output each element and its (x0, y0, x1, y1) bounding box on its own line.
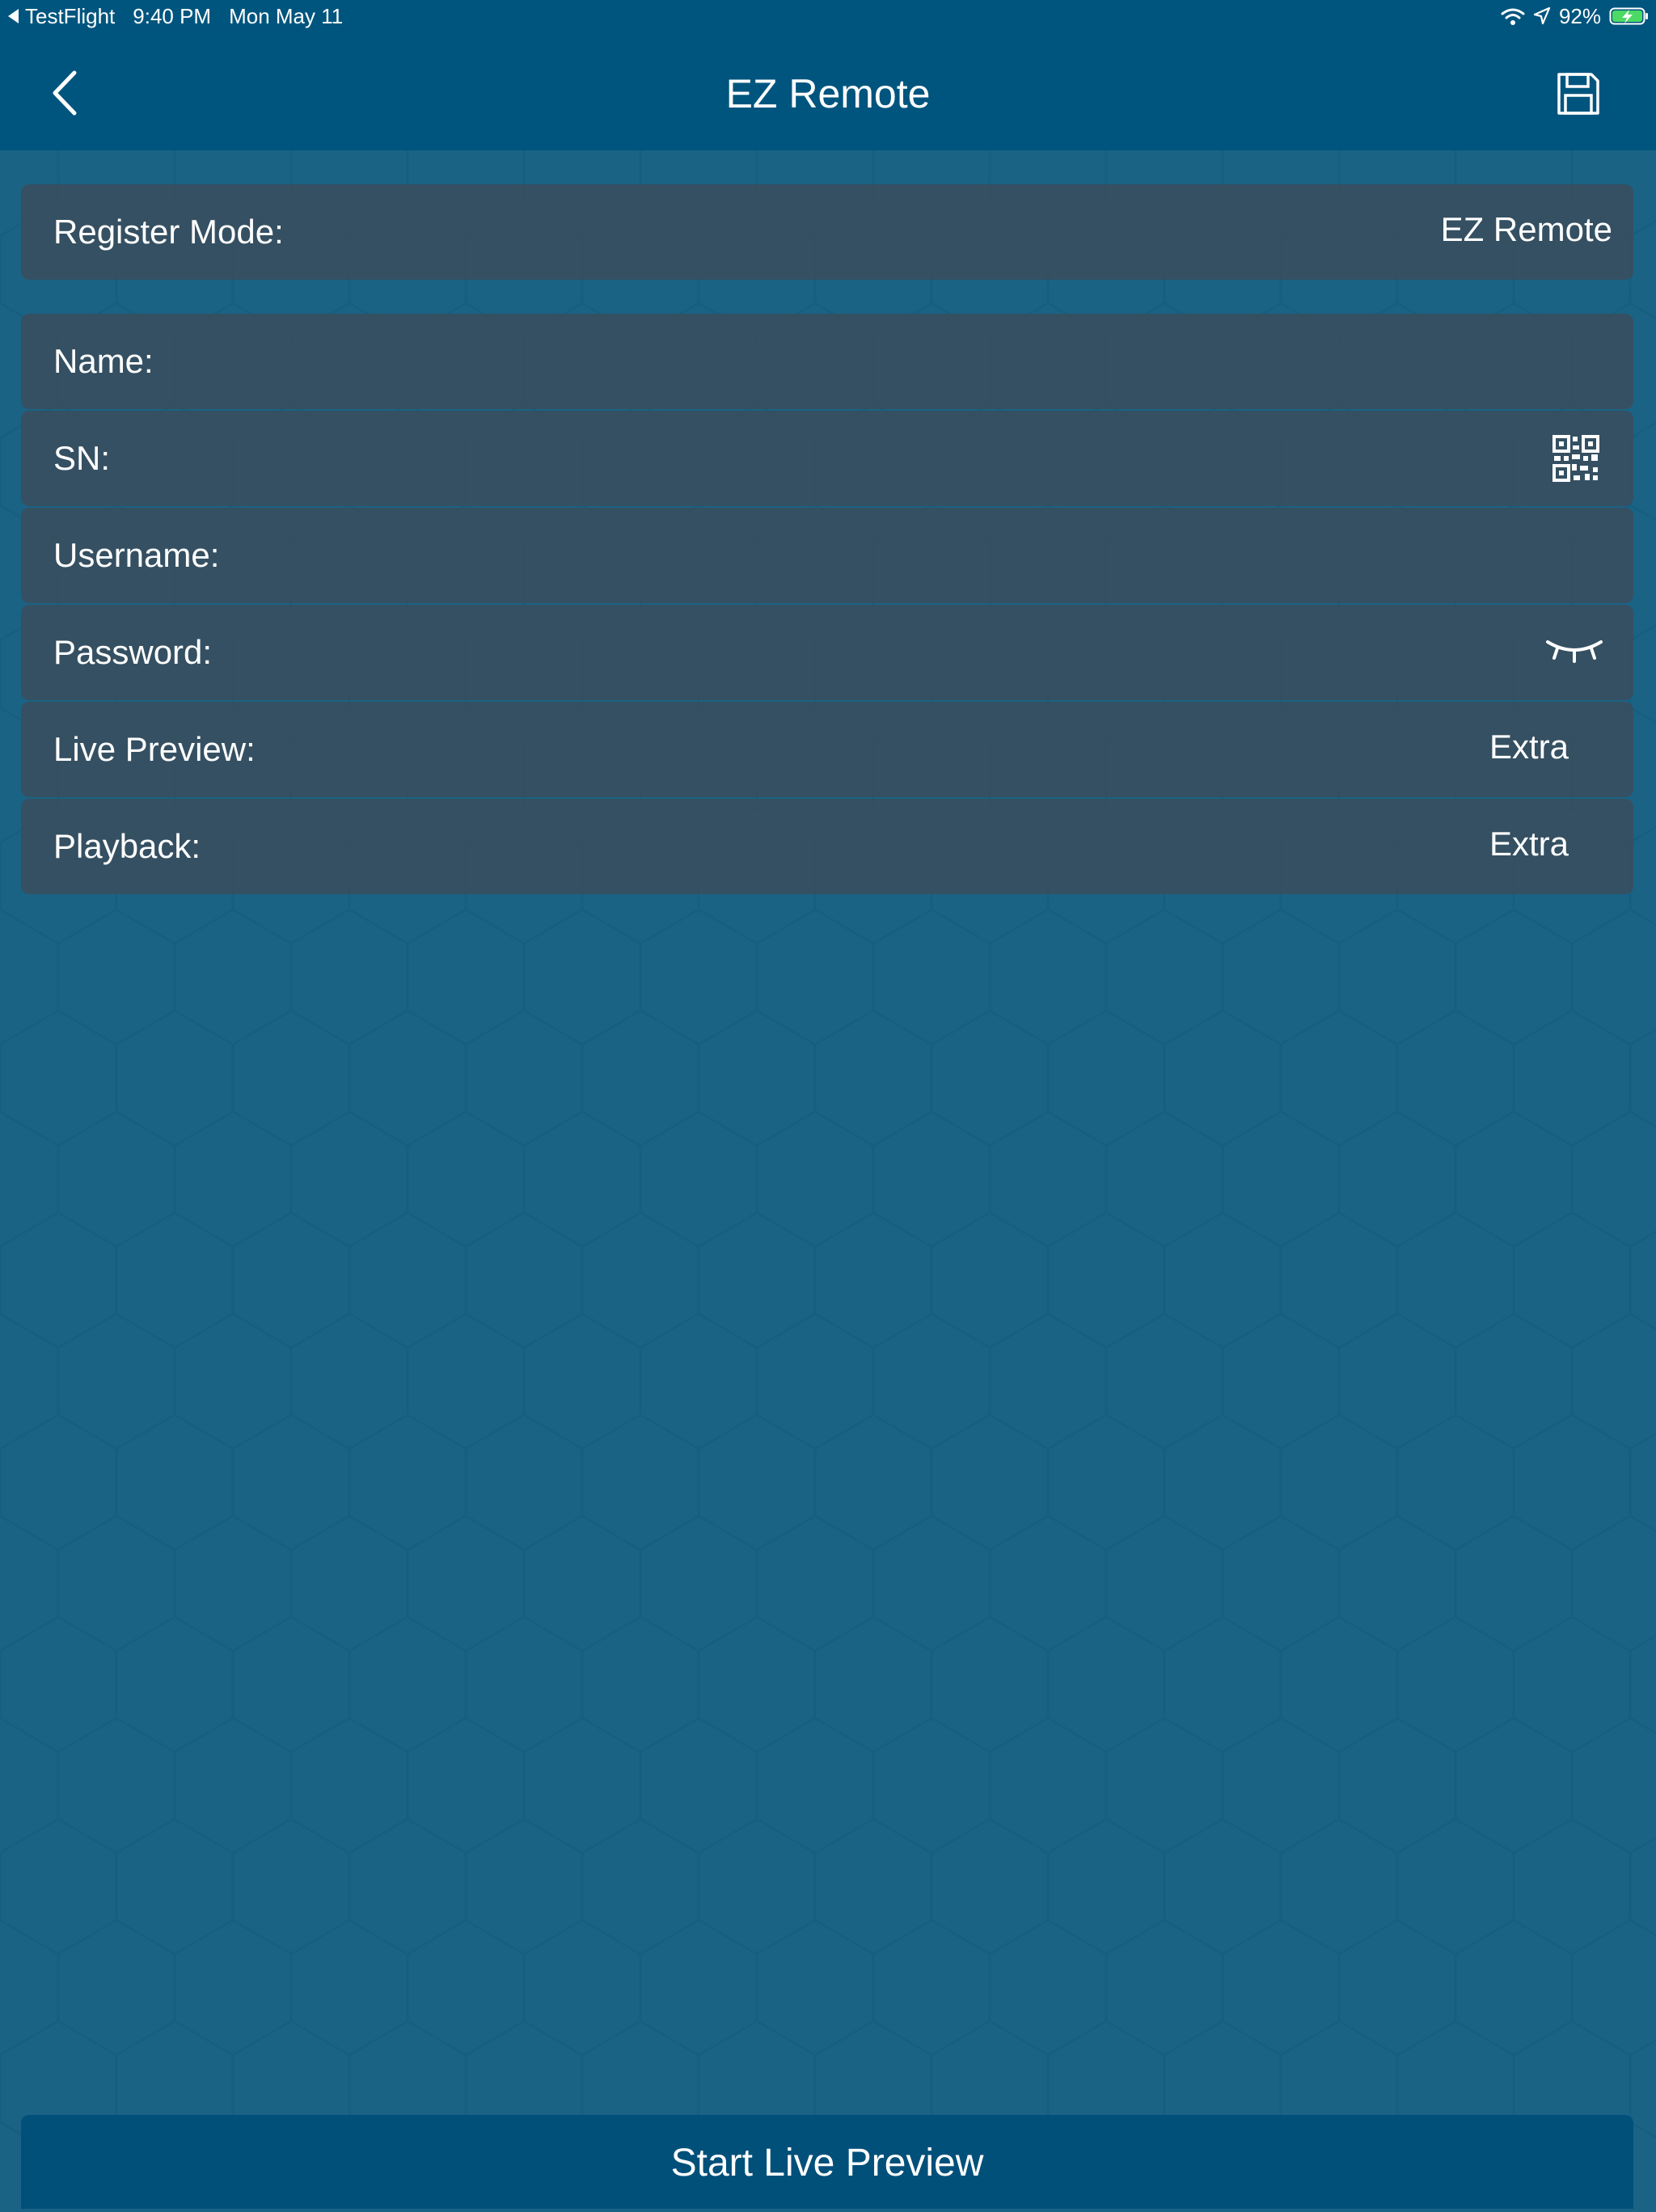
eye-closed-icon[interactable] (1544, 635, 1604, 663)
back-to-app-icon[interactable] (8, 9, 19, 23)
start-live-preview-button[interactable]: Start Live Preview (21, 2115, 1633, 2209)
live-preview-value[interactable]: Extra (1489, 702, 1569, 792)
username-label: Username: (53, 536, 220, 574)
device-form: Name: SN: Username: Password: Live Previ… (21, 314, 1633, 894)
name-label: Name: (53, 342, 154, 380)
nav-bar: EZ Remote (0, 32, 1656, 150)
playback-value[interactable]: Extra (1489, 799, 1569, 889)
save-icon[interactable] (1556, 71, 1601, 116)
page-title: EZ Remote (725, 71, 931, 116)
register-mode-section: Register Mode: EZ Remote (21, 184, 1633, 280)
status-date: Mon May 11 (229, 4, 344, 28)
battery-charging-icon (1609, 7, 1648, 25)
live-preview-label: Live Preview: (53, 730, 256, 768)
playback-row[interactable]: Playback: Extra (21, 799, 1633, 894)
password-field-row[interactable]: Password: (21, 605, 1633, 700)
username-field-row[interactable]: Username: (21, 508, 1633, 603)
status-bar-right: 92% (1501, 0, 1650, 32)
sn-field-row[interactable]: SN: (21, 411, 1633, 506)
name-field-row[interactable]: Name: (21, 314, 1633, 409)
password-label: Password: (53, 633, 213, 671)
qr-code-scan-icon[interactable] (1552, 435, 1599, 482)
status-bar: TestFlight 9:40 PM Mon May 11 92% (0, 0, 1656, 32)
location-arrow-icon (1533, 6, 1551, 25)
back-to-app-label[interactable]: TestFlight (25, 0, 115, 32)
register-mode-label: Register Mode: (53, 213, 284, 251)
sn-label: SN: (53, 439, 111, 477)
playback-label: Playback: (53, 827, 201, 865)
battery-percent: 92% (1558, 4, 1601, 28)
register-mode-row[interactable]: Register Mode: EZ Remote (21, 184, 1633, 280)
live-preview-row[interactable]: Live Preview: Extra (21, 702, 1633, 797)
status-time: 9:40 PM (133, 4, 212, 28)
wifi-icon (1501, 8, 1525, 25)
register-mode-value[interactable]: EZ Remote (1441, 184, 1612, 275)
status-bar-left: TestFlight 9:40 PM Mon May 11 (8, 0, 343, 32)
